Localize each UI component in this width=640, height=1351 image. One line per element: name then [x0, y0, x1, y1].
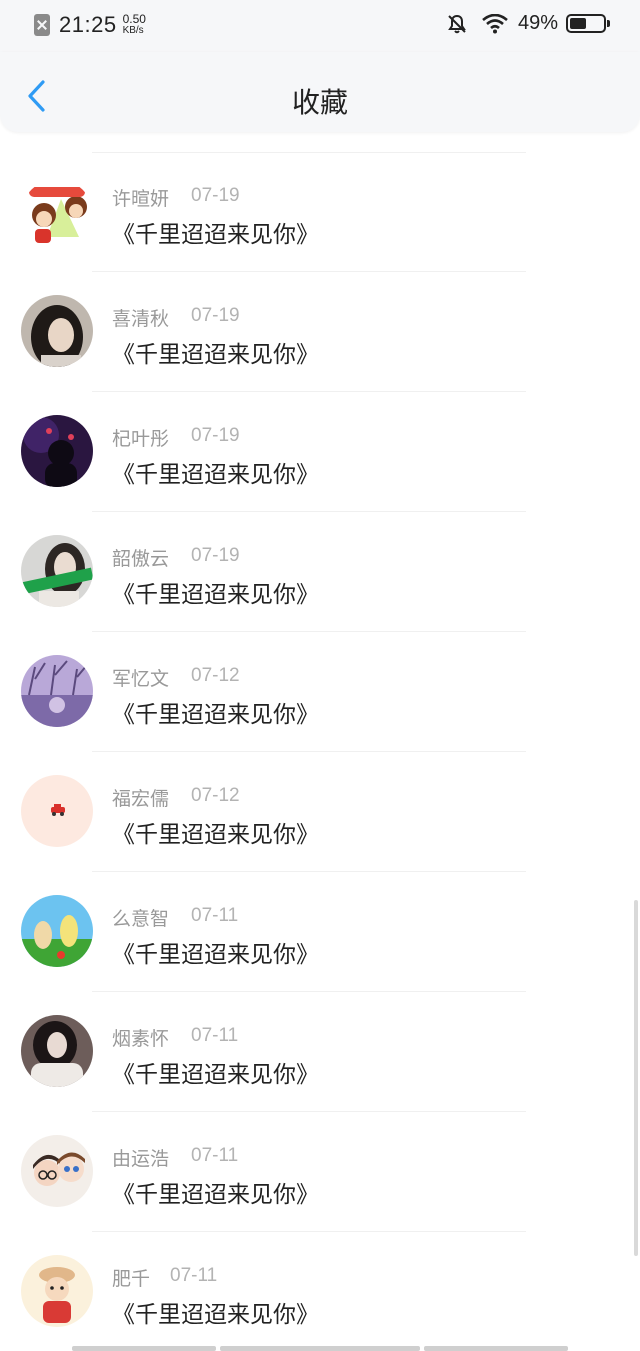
- post-title[interactable]: 《千里迢迢来见你》: [112, 455, 319, 489]
- post-title[interactable]: 《千里迢迢来见你》: [112, 1295, 319, 1329]
- post-title[interactable]: 《千里迢迢来见你》: [112, 1055, 319, 1089]
- battery-fill: [570, 18, 586, 29]
- list-item[interactable]: 么意智 07-11 《千里迢迢来见你》: [0, 872, 600, 992]
- page-title: 收藏: [291, 86, 348, 119]
- post-title[interactable]: 《千里迢迢来见你》: [112, 335, 319, 369]
- status-bar: 21:25 0.50 KB/s 49%: [0, 0, 640, 52]
- list-item[interactable]: 军忆文 07-12 《千里迢迢来见你》: [0, 632, 600, 752]
- avatar[interactable]: [21, 1255, 93, 1327]
- post-date: 07-19: [191, 185, 240, 206]
- list-item[interactable]: 肥千 07-11 《千里迢迢来见你》: [0, 1232, 600, 1351]
- avatar[interactable]: [21, 415, 93, 487]
- author-name: 肥千: [112, 1268, 151, 1290]
- post-date: 07-19: [191, 305, 240, 326]
- list-item[interactable]: 杞叶彤 07-19 《千里迢迢来见你》: [0, 392, 600, 512]
- bottom-tab-indicator: [220, 1346, 420, 1351]
- avatar[interactable]: [21, 535, 93, 607]
- network-speed: 0.50 KB/s: [122, 12, 146, 36]
- bottom-tab-indicator: [72, 1346, 216, 1351]
- avatar[interactable]: [21, 775, 93, 847]
- avatar[interactable]: [21, 655, 93, 727]
- post-title[interactable]: 《千里迢迢来见你》: [112, 935, 319, 969]
- list-item[interactable]: 许暄妍 07-19 《千里迢迢来见你》: [0, 152, 600, 272]
- list-item[interactable]: 烟素怀 07-11 《千里迢迢来见你》: [0, 992, 600, 1112]
- author-name: 韶傲云: [112, 548, 170, 570]
- author-name: 军忆文: [112, 668, 170, 690]
- bell-muted-icon: [446, 13, 468, 35]
- list-item[interactable]: 喜清秋 07-19 《千里迢迢来见你》: [0, 272, 600, 392]
- sim-off-icon: [34, 14, 50, 36]
- network-speed-value: 0.50: [122, 12, 146, 26]
- author-name: 喜清秋: [112, 308, 170, 330]
- nav-bar: 收藏: [0, 52, 640, 132]
- post-date: 07-19: [191, 425, 240, 446]
- post-title[interactable]: 《千里迢迢来见你》: [112, 215, 319, 249]
- network-speed-unit: KB/s: [122, 25, 144, 36]
- post-title[interactable]: 《千里迢迢来见你》: [112, 695, 319, 729]
- status-time: 21:25: [59, 12, 117, 37]
- post-date: 07-11: [191, 905, 239, 926]
- avatar[interactable]: [21, 179, 93, 251]
- post-date: 07-11: [191, 1145, 239, 1166]
- battery-percent: 49%: [517, 12, 558, 34]
- post-title[interactable]: 《千里迢迢来见你》: [112, 1175, 319, 1209]
- avatar[interactable]: [21, 895, 93, 967]
- author-name: 么意智: [112, 908, 170, 930]
- list-item[interactable]: 由运浩 07-11 《千里迢迢来见你》: [0, 1112, 600, 1232]
- post-date: 07-11: [170, 1265, 218, 1286]
- wifi-icon: [482, 13, 508, 34]
- battery-icon: [566, 14, 610, 33]
- author-name: 福宏儒: [112, 788, 170, 810]
- list-item[interactable]: 韶傲云 07-19 《千里迢迢来见你》: [0, 512, 600, 632]
- list-item[interactable]: 福宏儒 07-12 《千里迢迢来见你》: [0, 752, 600, 872]
- author-name: 由运浩: [112, 1148, 170, 1170]
- author-name: 许暄妍: [112, 188, 170, 210]
- avatar[interactable]: [21, 1015, 93, 1087]
- post-date: 07-12: [191, 785, 240, 806]
- post-date: 07-11: [191, 1025, 239, 1046]
- post-title[interactable]: 《千里迢迢来见你》: [112, 575, 319, 609]
- author-name: 烟素怀: [112, 1028, 170, 1050]
- post-date: 07-12: [191, 665, 240, 686]
- avatar[interactable]: [21, 1135, 93, 1207]
- avatar[interactable]: [21, 295, 93, 367]
- post-date: 07-19: [191, 545, 240, 566]
- bottom-tab-indicator: [424, 1346, 568, 1351]
- author-name: 杞叶彤: [112, 428, 170, 450]
- scrollbar[interactable]: [634, 900, 638, 1256]
- post-title[interactable]: 《千里迢迢来见你》: [112, 815, 319, 849]
